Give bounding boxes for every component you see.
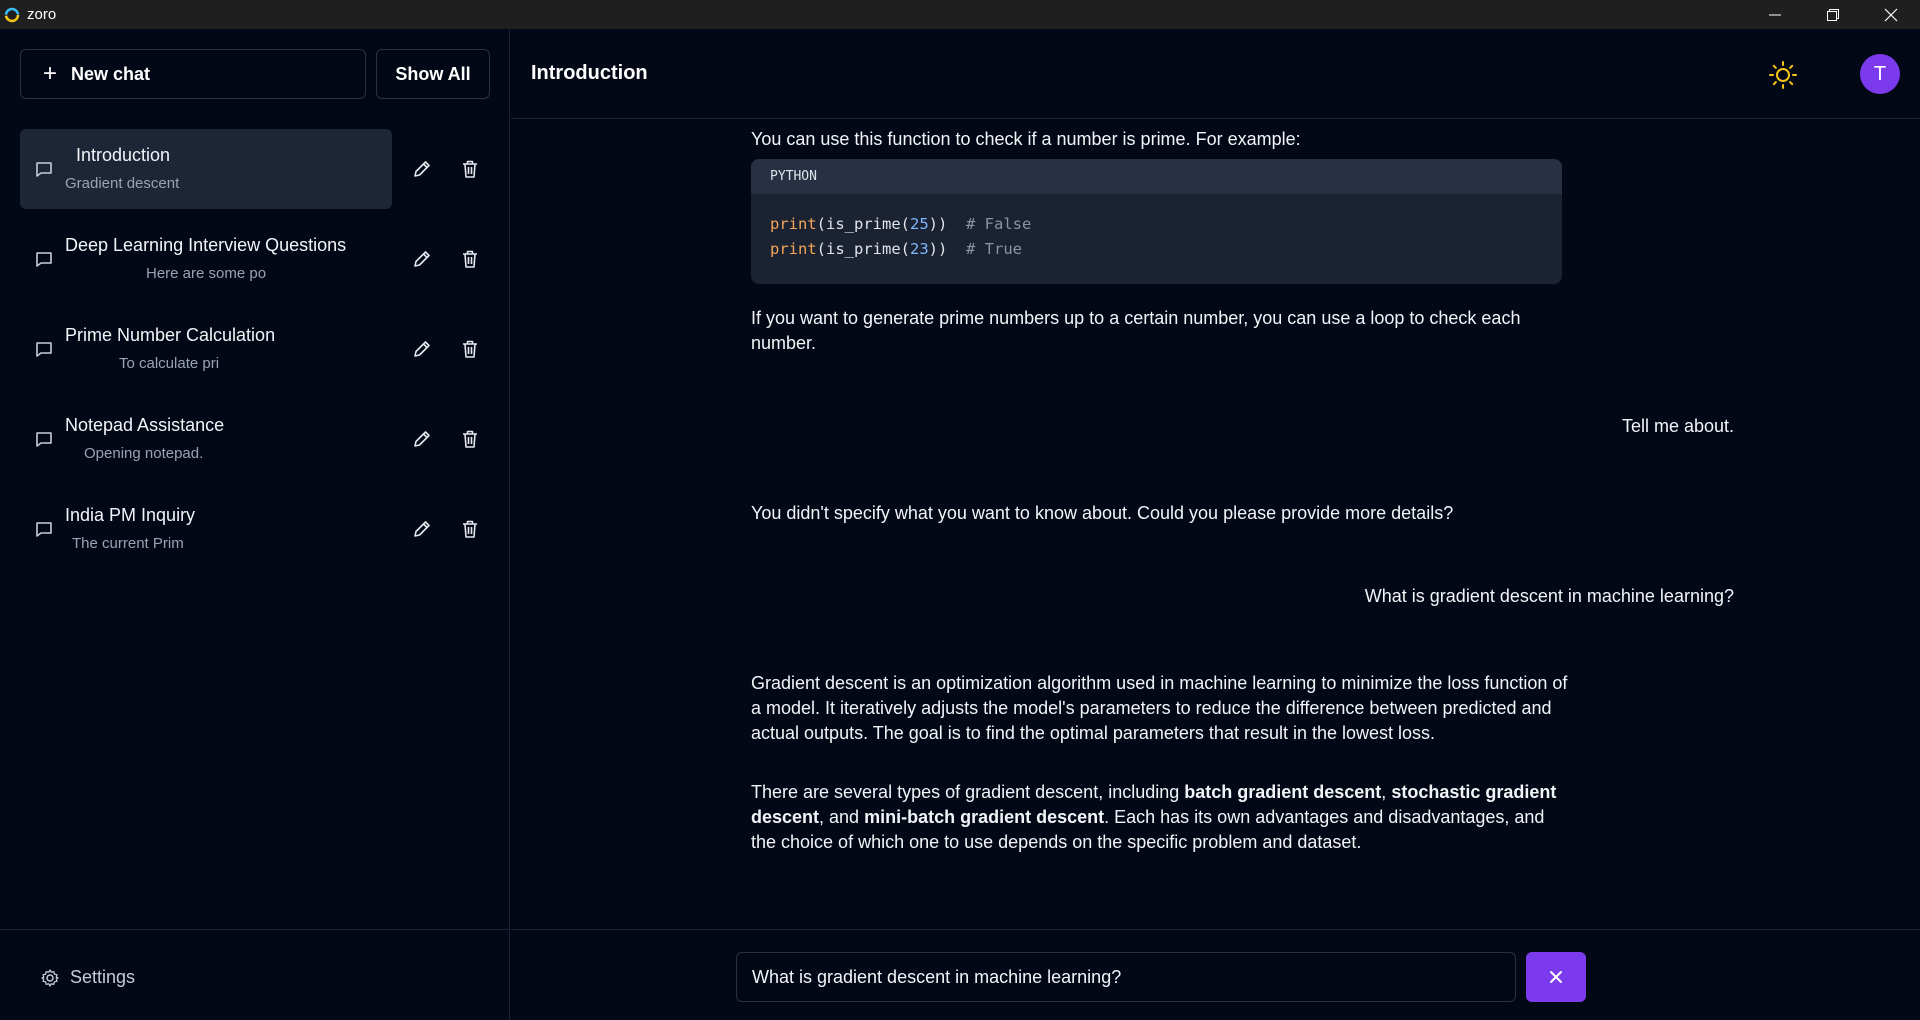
- pencil-icon: [414, 521, 430, 537]
- delete-chat-button[interactable]: [456, 155, 484, 183]
- assistant-message: If you want to generate prime numbers up…: [751, 308, 1521, 353]
- trash-icon: [463, 340, 477, 358]
- user-message: What is gradient descent in machine lear…: [1364, 586, 1734, 606]
- code-token: print: [770, 240, 817, 258]
- chat-bubble-icon: [36, 432, 52, 447]
- code-token: )): [928, 215, 966, 233]
- minimize-button[interactable]: [1746, 0, 1804, 29]
- assistant-message: There are several types of gradient desc…: [751, 780, 1571, 855]
- pencil-icon: [414, 161, 430, 177]
- chat-title: Introduction: [76, 145, 171, 165]
- chat-item-introduction[interactable]: Introduction Gradient descent: [20, 129, 392, 209]
- edit-chat-button[interactable]: [408, 335, 436, 363]
- show-all-button[interactable]: Show All: [376, 49, 490, 99]
- assistant-message: Gradient descent is an optimization algo…: [751, 673, 1568, 743]
- code-content: print(is_prime(25)) # False print(is_pri…: [751, 194, 1562, 280]
- chat-item-india-pm[interactable]: India PM Inquiry The current Prim: [20, 489, 392, 569]
- code-token: print: [770, 215, 817, 233]
- page-title: Introduction: [531, 62, 648, 84]
- edit-chat-button[interactable]: [408, 245, 436, 273]
- user-message: Tell me about.: [1621, 416, 1734, 436]
- chat-title: Deep Learning Interview Questions: [65, 235, 347, 255]
- code-token: (is_prime(: [816, 240, 910, 258]
- theme-toggle-sun-icon[interactable]: [1768, 60, 1798, 90]
- minimize-icon: [1769, 14, 1781, 15]
- close-icon: [1550, 971, 1562, 983]
- chat-title: India PM Inquiry: [65, 505, 196, 525]
- delete-chat-button[interactable]: [456, 245, 484, 273]
- trash-icon: [463, 160, 477, 178]
- edit-chat-button[interactable]: [408, 425, 436, 453]
- chat-title: Notepad Assistance: [65, 415, 225, 435]
- pencil-icon: [414, 341, 430, 357]
- app-logo-icon: [4, 7, 20, 22]
- chat-preview: Opening notepad.: [84, 445, 204, 462]
- close-icon: [1884, 8, 1898, 21]
- code-language-label: PYTHON: [751, 159, 1562, 194]
- chat-main: Introduction T You can use this function…: [511, 29, 1920, 1020]
- plus-icon: +: [43, 60, 58, 87]
- chat-title: Prime Number Calculation: [65, 325, 276, 345]
- code-token: (is_prime(: [816, 215, 910, 233]
- chat-item-notepad[interactable]: Notepad Assistance Opening notepad.: [20, 399, 392, 479]
- chat-preview: Gradient descent: [65, 175, 180, 192]
- text-run: There are several types of gradient desc…: [751, 782, 1185, 802]
- user-avatar[interactable]: T: [1860, 54, 1900, 94]
- chat-item-deep-learning[interactable]: Deep Learning Interview Questions Here a…: [20, 219, 392, 299]
- chat-bubble-icon: [36, 252, 52, 267]
- voice-waveform-icon[interactable]: [1594, 950, 1704, 1000]
- composer: [511, 929, 1920, 1020]
- trash-icon: [463, 520, 477, 538]
- text-run: , and: [819, 807, 865, 827]
- assistant-message: You can use this function to check if a …: [751, 129, 1301, 149]
- bold-term: mini-batch gradient descent: [864, 807, 1105, 827]
- code-token: )): [928, 240, 966, 258]
- delete-chat-button[interactable]: [456, 425, 484, 453]
- code-block: PYTHON print(is_prime(25)) # False print…: [751, 159, 1562, 284]
- delete-chat-button[interactable]: [456, 335, 484, 363]
- close-window-button[interactable]: [1862, 0, 1920, 29]
- pencil-icon: [414, 251, 430, 267]
- code-token: 25: [910, 215, 929, 233]
- assistant-message: You didn't specify what you want to know…: [751, 503, 1454, 523]
- restore-button[interactable]: [1804, 0, 1862, 29]
- app-name: zoro: [27, 6, 57, 23]
- trash-icon: [463, 430, 477, 448]
- edit-chat-button[interactable]: [408, 515, 436, 543]
- code-comment: # False: [966, 215, 1032, 233]
- code-token: 23: [910, 240, 929, 258]
- bold-term: batch gradient descent: [1184, 782, 1382, 802]
- chat-item-prime-number[interactable]: Prime Number Calculation To calculate pr…: [20, 309, 392, 389]
- delete-chat-button[interactable]: [456, 515, 484, 543]
- chat-bubble-icon: [36, 342, 52, 357]
- chat-bubble-icon: [36, 162, 52, 177]
- text-run: ,: [1381, 782, 1392, 802]
- edit-chat-button[interactable]: [408, 155, 436, 183]
- settings-button[interactable]: Settings: [0, 929, 510, 1020]
- code-comment: # True: [966, 240, 1022, 258]
- window-titlebar: zoro: [0, 0, 1920, 29]
- settings-label: Settings: [70, 967, 136, 987]
- chat-bubble-icon: [36, 522, 52, 537]
- chat-header: Introduction T: [511, 29, 1920, 119]
- sidebar: + New chat Show All Introduction Gradien…: [0, 29, 510, 1020]
- pencil-icon: [414, 431, 430, 447]
- message-input[interactable]: [736, 952, 1516, 1002]
- chat-preview: The current Prim: [72, 535, 184, 552]
- restore-icon: [1827, 8, 1839, 21]
- new-chat-button[interactable]: + New chat: [20, 49, 366, 99]
- gear-icon: [41, 969, 59, 987]
- trash-icon: [463, 250, 477, 268]
- new-chat-label: New chat: [71, 63, 151, 84]
- stop-button[interactable]: [1526, 952, 1586, 1002]
- chat-preview: Here are some po: [146, 265, 267, 282]
- chat-preview: To calculate pri: [119, 355, 220, 372]
